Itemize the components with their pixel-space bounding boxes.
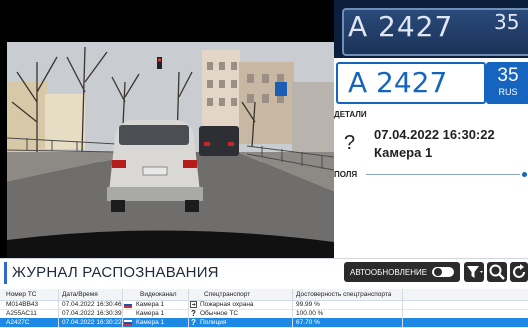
refresh-button[interactable]: [510, 262, 528, 282]
recognition-journal-table: Номер ТС Дата/Время Видеоканал Спецтранс…: [0, 289, 528, 328]
column-divider[interactable]: [58, 289, 59, 327]
column-divider[interactable]: [402, 289, 403, 327]
plate-photo-region: 35: [494, 10, 520, 34]
cell-special: Полиция: [200, 319, 227, 326]
column-header-camera[interactable]: Видеоканал: [140, 291, 177, 298]
search-button[interactable]: [487, 262, 507, 282]
detection-camera: Камера 1: [374, 145, 433, 160]
cell-confidence: 100.00 %: [296, 310, 324, 317]
fields-divider: [366, 174, 520, 175]
plate-number-box: А 2427: [336, 62, 486, 104]
cell-special: Пожарная охрана: [200, 301, 254, 308]
exit-icon: [190, 301, 197, 308]
cell-plate: А255АС11: [6, 310, 37, 317]
camera-video-frame[interactable]: [7, 42, 334, 258]
cell-plate: А2427С: [6, 319, 30, 326]
column-header-special[interactable]: Спецтранспорт: [204, 291, 250, 298]
question-icon: ?: [344, 132, 356, 154]
search-icon: [489, 264, 505, 280]
detection-datetime: 07.04.2022 16:30:22: [374, 127, 495, 142]
column-divider[interactable]: [188, 289, 189, 327]
cell-datetime: 07.04.2022 16:30:46: [62, 301, 122, 308]
fields-expand-handle[interactable]: [522, 172, 527, 177]
plate-number: А 2427: [348, 66, 448, 99]
details-heading: ДЕТАЛИ: [334, 110, 367, 119]
column-header-datetime[interactable]: Дата/Время: [62, 291, 98, 298]
journal-accent-bar: [4, 262, 7, 284]
recognition-details-panel: А 2427 35 А 2427 35 RUS ДЕТАЛИ ? 07.04.2…: [334, 0, 528, 258]
refresh-icon: [513, 264, 525, 278]
cell-camera: Камера 1: [136, 310, 165, 317]
auto-refresh-toggle[interactable]: АВТООБНОВЛЕНИЕ: [344, 262, 460, 282]
plate-photo-crop: А 2427 35: [334, 0, 528, 58]
street-scene-image: [7, 42, 334, 258]
column-divider[interactable]: [292, 289, 293, 327]
auto-refresh-label: АВТООБНОВЛЕНИЕ: [350, 268, 428, 277]
cell-camera: Камера 1: [136, 301, 165, 308]
filter-button[interactable]: [464, 262, 484, 282]
filter-icon: [467, 266, 483, 278]
cell-confidence: 67.70 %: [296, 319, 320, 326]
plate-country: RUS: [498, 87, 518, 97]
cell-plate: М014ВВ43: [6, 301, 39, 308]
cell-special: Обычное ТС: [200, 310, 239, 317]
column-divider[interactable]: [122, 289, 123, 327]
plate-region-box: 35 RUS: [486, 62, 528, 104]
column-header-confidence[interactable]: Достоверность спецтранспорта: [296, 291, 391, 298]
fields-heading: ПОЛЯ: [334, 170, 358, 179]
cell-datetime: 07.04.2022 16:30:22: [62, 319, 122, 326]
question-icon: ?: [191, 318, 196, 327]
cell-camera: Камера 1: [136, 319, 165, 326]
flag-icon: [124, 319, 132, 326]
plate-photo-number: А 2427: [348, 10, 454, 43]
video-pane: [0, 0, 334, 258]
auto-refresh-switch[interactable]: [432, 267, 454, 277]
journal-title: ЖУРНАЛ РАСПОЗНАВАНИЯ: [12, 264, 219, 281]
switch-knob: [434, 268, 442, 276]
column-header-plate[interactable]: Номер ТС: [6, 291, 36, 298]
plate-graphic: А 2427 35 RUS: [336, 62, 528, 104]
plate-region: 35: [497, 65, 519, 86]
question-icon: ?: [191, 309, 196, 318]
flag-icon: [124, 301, 132, 308]
cell-confidence: 99.99 %: [296, 301, 320, 308]
cell-datetime: 07.04.2022 16:30:39: [62, 310, 122, 317]
